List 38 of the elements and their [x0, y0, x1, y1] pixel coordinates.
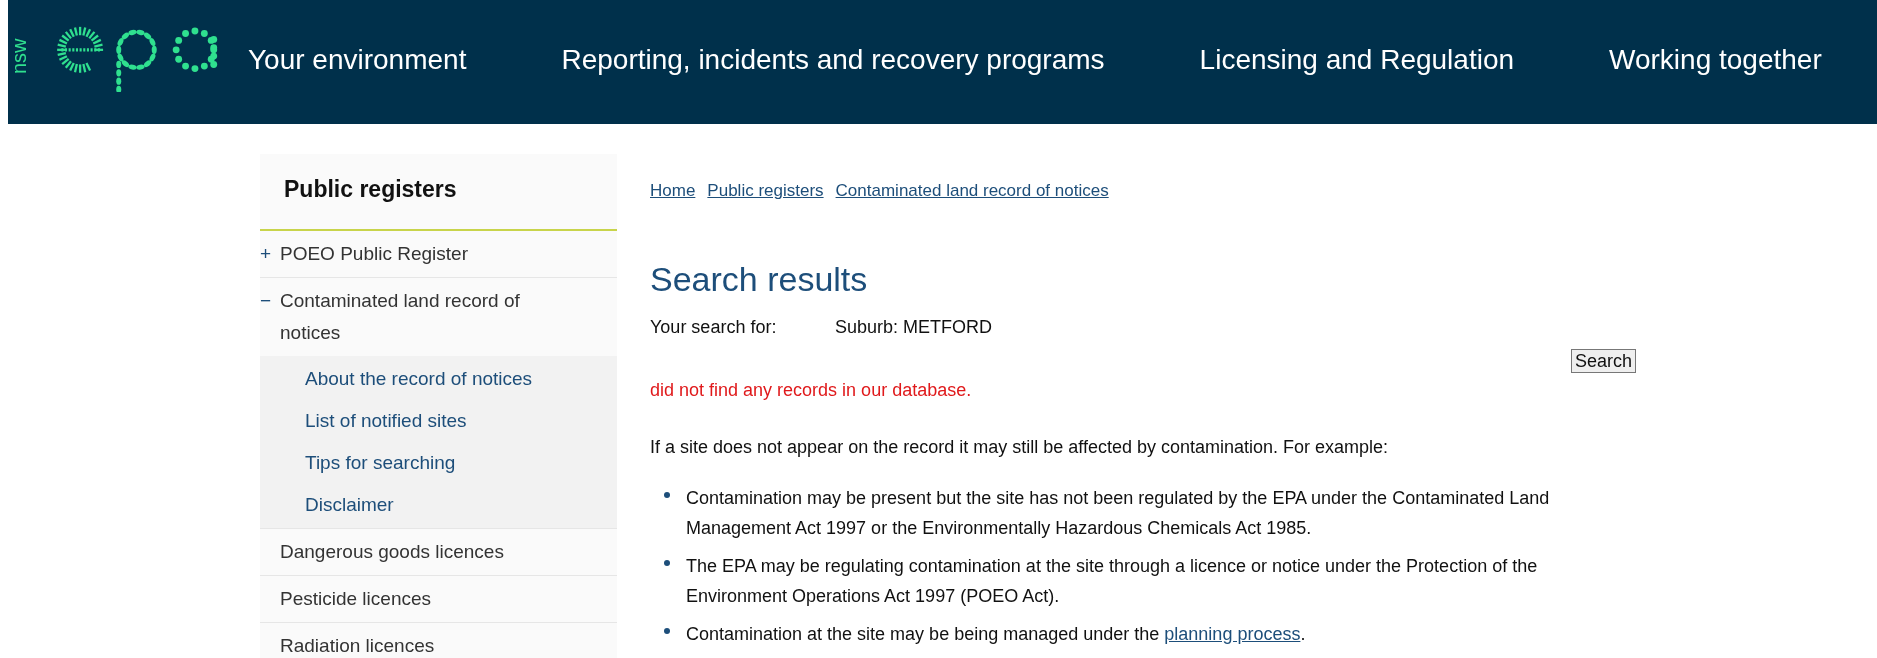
sidebar-title: Public registers — [260, 154, 617, 231]
page-heading: Search results — [650, 261, 869, 296]
breadcrumb-link[interactable]: Home — [650, 178, 696, 204]
breadcrumb-link[interactable]: Contaminated land record of notices — [835, 178, 1109, 204]
logo-text: nsw — [10, 33, 30, 75]
nav-link[interactable]: Licensing and Regulation — [1199, 46, 1515, 74]
sidebar-subitem[interactable]: Disclaimer — [260, 483, 617, 526]
nav-link[interactable]: Your environment — [248, 46, 467, 74]
nav-link[interactable]: Reporting, incidents and recovery programs — [561, 46, 1105, 74]
sidebar-item[interactable]: − Contaminated land record of notices — [260, 277, 617, 356]
bullet-icon — [664, 559, 670, 566]
sidebar-item-label: Contaminated land record of notices — [280, 288, 521, 345]
bullet-text: Contamination at the site may be being managed under the planning process. — [686, 622, 1306, 646]
planning-process-link[interactable]: planning process — [1164, 623, 1301, 644]
sidebar-item[interactable]: + POEO Public Register — [260, 230, 617, 277]
search-button[interactable]: Search — [1570, 348, 1636, 373]
sidebar-item-label: Radiation licences — [280, 633, 435, 658]
sidebar-subitem[interactable]: List of notified sites — [260, 399, 617, 442]
search-label: Your search for: — [650, 315, 778, 339]
bullet-text: The EPA may be regulating contamination at the site through a licence or notice under the Protection of the Environment Operations Act 1997 (POEO Act). — [686, 554, 1539, 608]
sidebar-item-label: Pesticide licences — [280, 586, 432, 611]
bullet-icon — [664, 627, 670, 634]
sidebar-item[interactable]: Dangerous goods licences — [260, 528, 617, 575]
nav-link[interactable]: Working together — [1609, 46, 1822, 74]
sidebar-item[interactable]: Radiation licences — [260, 622, 617, 658]
sidebar-subitem[interactable]: Tips for searching — [260, 441, 617, 484]
error-message: did not find any records in our database. — [650, 378, 973, 402]
bullet-icon — [664, 491, 670, 498]
bullet-text: Contamination may be present but the site has not been regulated by the EPA under the Contaminated Land Management Act 1997 or the Environmentally Hazardous Chemicals Act 1985. — [686, 486, 1551, 540]
search-value: Suburb: METFORD — [835, 315, 993, 339]
sidebar-subitem[interactable]: About the record of notices — [260, 357, 617, 400]
toggle-sign[interactable]: + — [260, 237, 280, 270]
sidebar-item-label: Dangerous goods licences — [280, 539, 504, 564]
breadcrumb-link[interactable]: Public registers — [707, 178, 824, 204]
sidebar-item[interactable]: Pesticide licences — [260, 575, 617, 622]
sidebar-item-label: POEO Public Register — [280, 241, 468, 266]
toggle-sign[interactable]: − — [260, 284, 280, 349]
intro-text: If a site does not appear on the record it may still be affected by contamination. For example: — [650, 435, 1390, 459]
